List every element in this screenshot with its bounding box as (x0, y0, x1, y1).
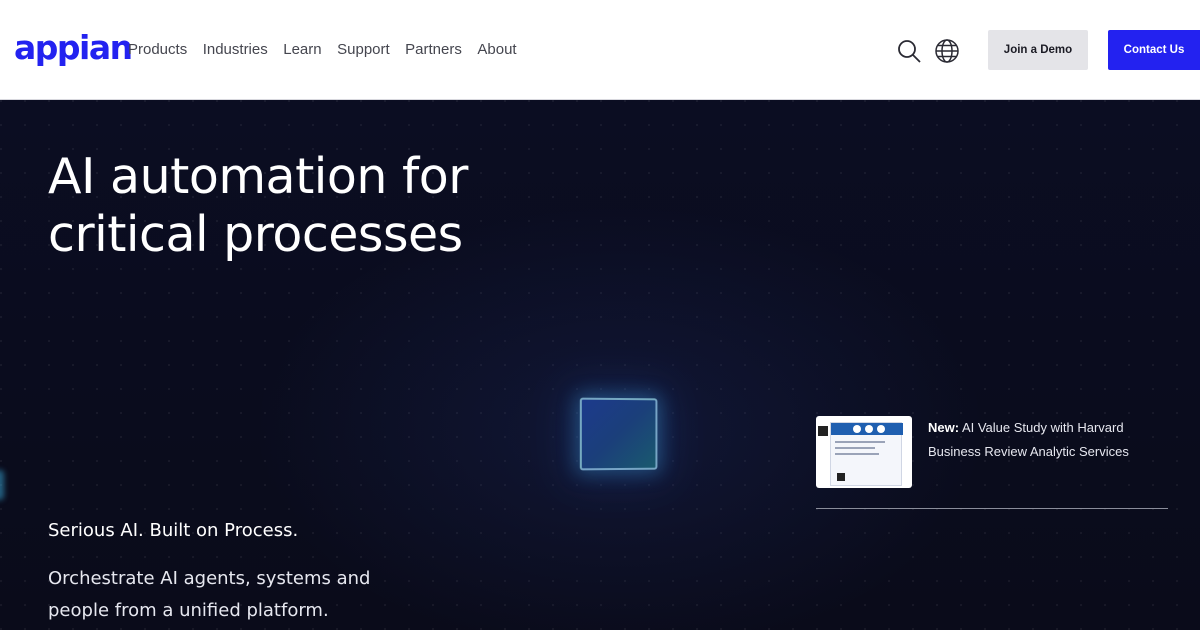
promo-text[interactable]: New: AI Value Study with Harvard Busines… (928, 416, 1168, 464)
promo-description: AI Value Study with Harvard Business Rev… (928, 420, 1129, 459)
promo-divider (816, 508, 1168, 509)
join-demo-button[interactable]: Join a Demo (988, 30, 1088, 70)
edge-glow-decoration (0, 470, 4, 500)
appian-logo[interactable]: appian (14, 28, 133, 68)
contact-us-button[interactable]: Contact Us (1108, 30, 1200, 70)
nav-industries[interactable]: Industries (203, 40, 268, 60)
hero-title-line-2: critical processes (48, 206, 463, 263)
globe-icon[interactable] (934, 38, 960, 64)
nav-learn[interactable]: Learn (283, 40, 321, 60)
report-cover-image (830, 422, 903, 486)
main-nav: Products Industries Learn Support Partne… (128, 40, 532, 60)
glowing-cube-graphic (579, 397, 658, 471)
hero-subtext: Orchestrate AI agents, systems and peopl… (48, 568, 371, 621)
promo-card[interactable]: New: AI Value Study with Harvard Busines… (816, 416, 1168, 508)
nav-products[interactable]: Products (128, 40, 187, 60)
hero-title: AI automation for critical processes (48, 148, 648, 264)
search-icon[interactable] (896, 38, 922, 64)
nav-partners[interactable]: Partners (405, 40, 462, 60)
nav-support[interactable]: Support (337, 40, 390, 60)
promo-badge: New: (928, 420, 960, 435)
site-header: appian Products Industries Learn Support… (0, 0, 1200, 100)
hero-title-line-1: AI automation for (48, 148, 468, 205)
nav-about[interactable]: About (477, 40, 516, 60)
report-thumbnail (816, 416, 912, 488)
hero-section: AI automation for critical processes Ser… (0, 100, 1200, 630)
hero-tagline: Serious AI. Built on Process. (48, 520, 299, 541)
